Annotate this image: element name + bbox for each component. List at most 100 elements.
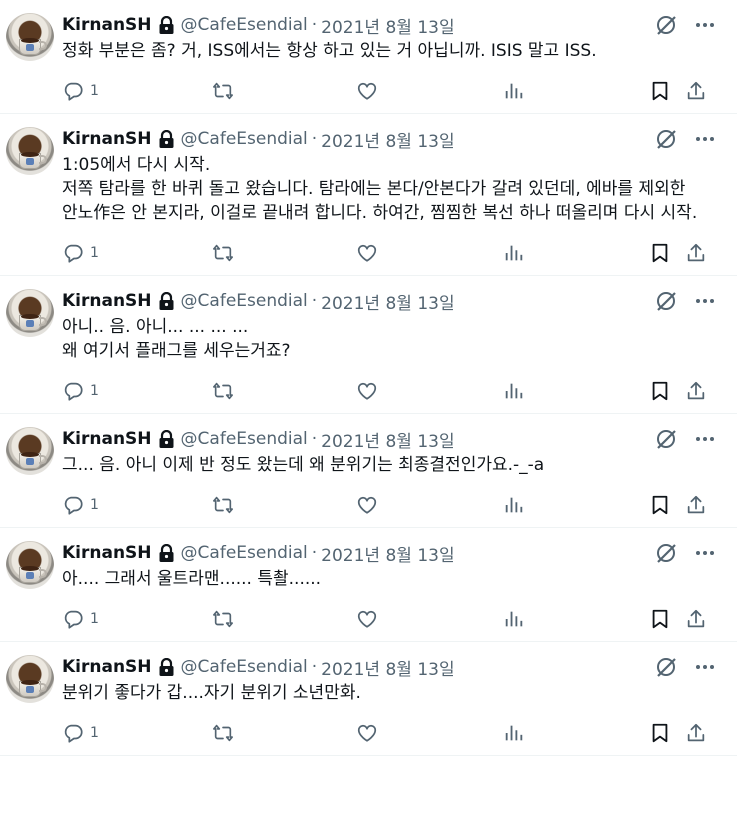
retweet-button[interactable]	[212, 80, 234, 102]
bookmark-button[interactable]	[649, 242, 671, 264]
share-button[interactable]	[685, 380, 707, 402]
lock-icon	[158, 543, 175, 563]
reply-button[interactable]: 1	[62, 80, 99, 102]
tweet[interactable]: KirnanSH @CafeEsendial · 2021년 8월 13일 아.…	[0, 528, 737, 642]
share-button[interactable]	[685, 242, 707, 264]
display-name[interactable]: KirnanSH	[62, 129, 152, 149]
tweet-actions: 1	[62, 721, 721, 745]
avatar-column	[6, 540, 62, 641]
share-button[interactable]	[685, 608, 707, 630]
retweet-button[interactable]	[212, 380, 234, 402]
like-button[interactable]	[356, 608, 378, 630]
user-handle[interactable]: @CafeEsendial	[181, 657, 308, 677]
grok-icon[interactable]	[655, 290, 677, 312]
like-button[interactable]	[356, 380, 378, 402]
display-name[interactable]: KirnanSH	[62, 15, 152, 35]
like-button[interactable]	[356, 722, 378, 744]
display-name[interactable]: KirnanSH	[62, 429, 152, 449]
reply-icon	[62, 722, 84, 744]
bookmark-button[interactable]	[649, 380, 671, 402]
like-button[interactable]	[356, 494, 378, 516]
tweet-date[interactable]: 2021년 8월 13일	[321, 289, 454, 314]
avatar[interactable]	[6, 13, 54, 61]
grok-icon[interactable]	[655, 14, 677, 36]
avatar[interactable]	[6, 289, 54, 337]
reply-button[interactable]: 1	[62, 242, 99, 264]
more-icon[interactable]	[695, 429, 715, 449]
tweet-content: KirnanSH @CafeEsendial · 2021년 8월 13일 1:…	[62, 126, 721, 275]
avatar[interactable]	[6, 127, 54, 175]
tweet[interactable]: KirnanSH @CafeEsendial · 2021년 8월 13일 분위…	[0, 642, 737, 756]
views-button[interactable]	[503, 722, 525, 744]
user-handle[interactable]: @CafeEsendial	[181, 129, 308, 149]
bookmark-button[interactable]	[649, 608, 671, 630]
avatar-column	[6, 426, 62, 527]
share-button[interactable]	[685, 494, 707, 516]
retweet-button[interactable]	[212, 242, 234, 264]
views-icon	[503, 380, 525, 402]
views-button[interactable]	[503, 242, 525, 264]
reply-button[interactable]: 1	[62, 494, 99, 516]
tweet-date[interactable]: 2021년 8월 13일	[321, 655, 454, 680]
user-handle[interactable]: @CafeEsendial	[181, 429, 308, 449]
grok-icon[interactable]	[655, 128, 677, 150]
user-handle[interactable]: @CafeEsendial	[181, 291, 308, 311]
views-button[interactable]	[503, 608, 525, 630]
retweet-button[interactable]	[212, 494, 234, 516]
tweet-date[interactable]: 2021년 8월 13일	[321, 13, 454, 38]
more-icon[interactable]	[695, 129, 715, 149]
display-name[interactable]: KirnanSH	[62, 291, 152, 311]
grok-icon[interactable]	[655, 656, 677, 678]
views-button[interactable]	[503, 494, 525, 516]
grok-icon[interactable]	[655, 542, 677, 564]
tweet-date[interactable]: 2021년 8월 13일	[321, 127, 454, 152]
avatar[interactable]	[6, 427, 54, 475]
display-name[interactable]: KirnanSH	[62, 543, 152, 563]
tweet-actions: 1	[62, 607, 721, 631]
reply-button[interactable]: 1	[62, 608, 99, 630]
display-name[interactable]: KirnanSH	[62, 657, 152, 677]
more-icon[interactable]	[695, 657, 715, 677]
user-handle[interactable]: @CafeEsendial	[181, 15, 308, 35]
bookmark-icon	[649, 494, 671, 516]
tweet[interactable]: KirnanSH @CafeEsendial · 2021년 8월 13일 1:…	[0, 114, 737, 276]
avatar-column	[6, 126, 62, 275]
bookmark-button[interactable]	[649, 80, 671, 102]
bookmark-button[interactable]	[649, 494, 671, 516]
share-icon	[685, 242, 707, 264]
bookmark-icon	[649, 608, 671, 630]
retweet-button[interactable]	[212, 608, 234, 630]
retweet-icon	[212, 608, 234, 630]
more-icon[interactable]	[695, 15, 715, 35]
tweet-date[interactable]: 2021년 8월 13일	[321, 427, 454, 452]
reply-button[interactable]: 1	[62, 722, 99, 744]
reply-button[interactable]: 1	[62, 380, 99, 402]
avatar[interactable]	[6, 541, 54, 589]
tweet-header: KirnanSH @CafeEsendial · 2021년 8월 13일	[62, 288, 721, 314]
retweet-icon	[212, 380, 234, 402]
user-handle[interactable]: @CafeEsendial	[181, 543, 308, 563]
reply-count: 1	[90, 725, 99, 741]
share-icon	[685, 80, 707, 102]
like-icon	[356, 722, 378, 744]
reply-icon	[62, 608, 84, 630]
tweet-date[interactable]: 2021년 8월 13일	[321, 541, 454, 566]
more-icon[interactable]	[695, 291, 715, 311]
like-button[interactable]	[356, 242, 378, 264]
share-button[interactable]	[685, 80, 707, 102]
avatar[interactable]	[6, 655, 54, 703]
views-button[interactable]	[503, 80, 525, 102]
tweet[interactable]: KirnanSH @CafeEsendial · 2021년 8월 13일 그.…	[0, 414, 737, 528]
more-icon[interactable]	[695, 543, 715, 563]
share-button[interactable]	[685, 722, 707, 744]
like-button[interactable]	[356, 80, 378, 102]
like-icon	[356, 380, 378, 402]
tweet[interactable]: KirnanSH @CafeEsendial · 2021년 8월 13일 정화…	[0, 0, 737, 114]
lock-icon	[158, 291, 175, 311]
views-button[interactable]	[503, 380, 525, 402]
retweet-icon	[212, 242, 234, 264]
retweet-button[interactable]	[212, 722, 234, 744]
grok-icon[interactable]	[655, 428, 677, 450]
bookmark-button[interactable]	[649, 722, 671, 744]
tweet[interactable]: KirnanSH @CafeEsendial · 2021년 8월 13일 아니…	[0, 276, 737, 414]
